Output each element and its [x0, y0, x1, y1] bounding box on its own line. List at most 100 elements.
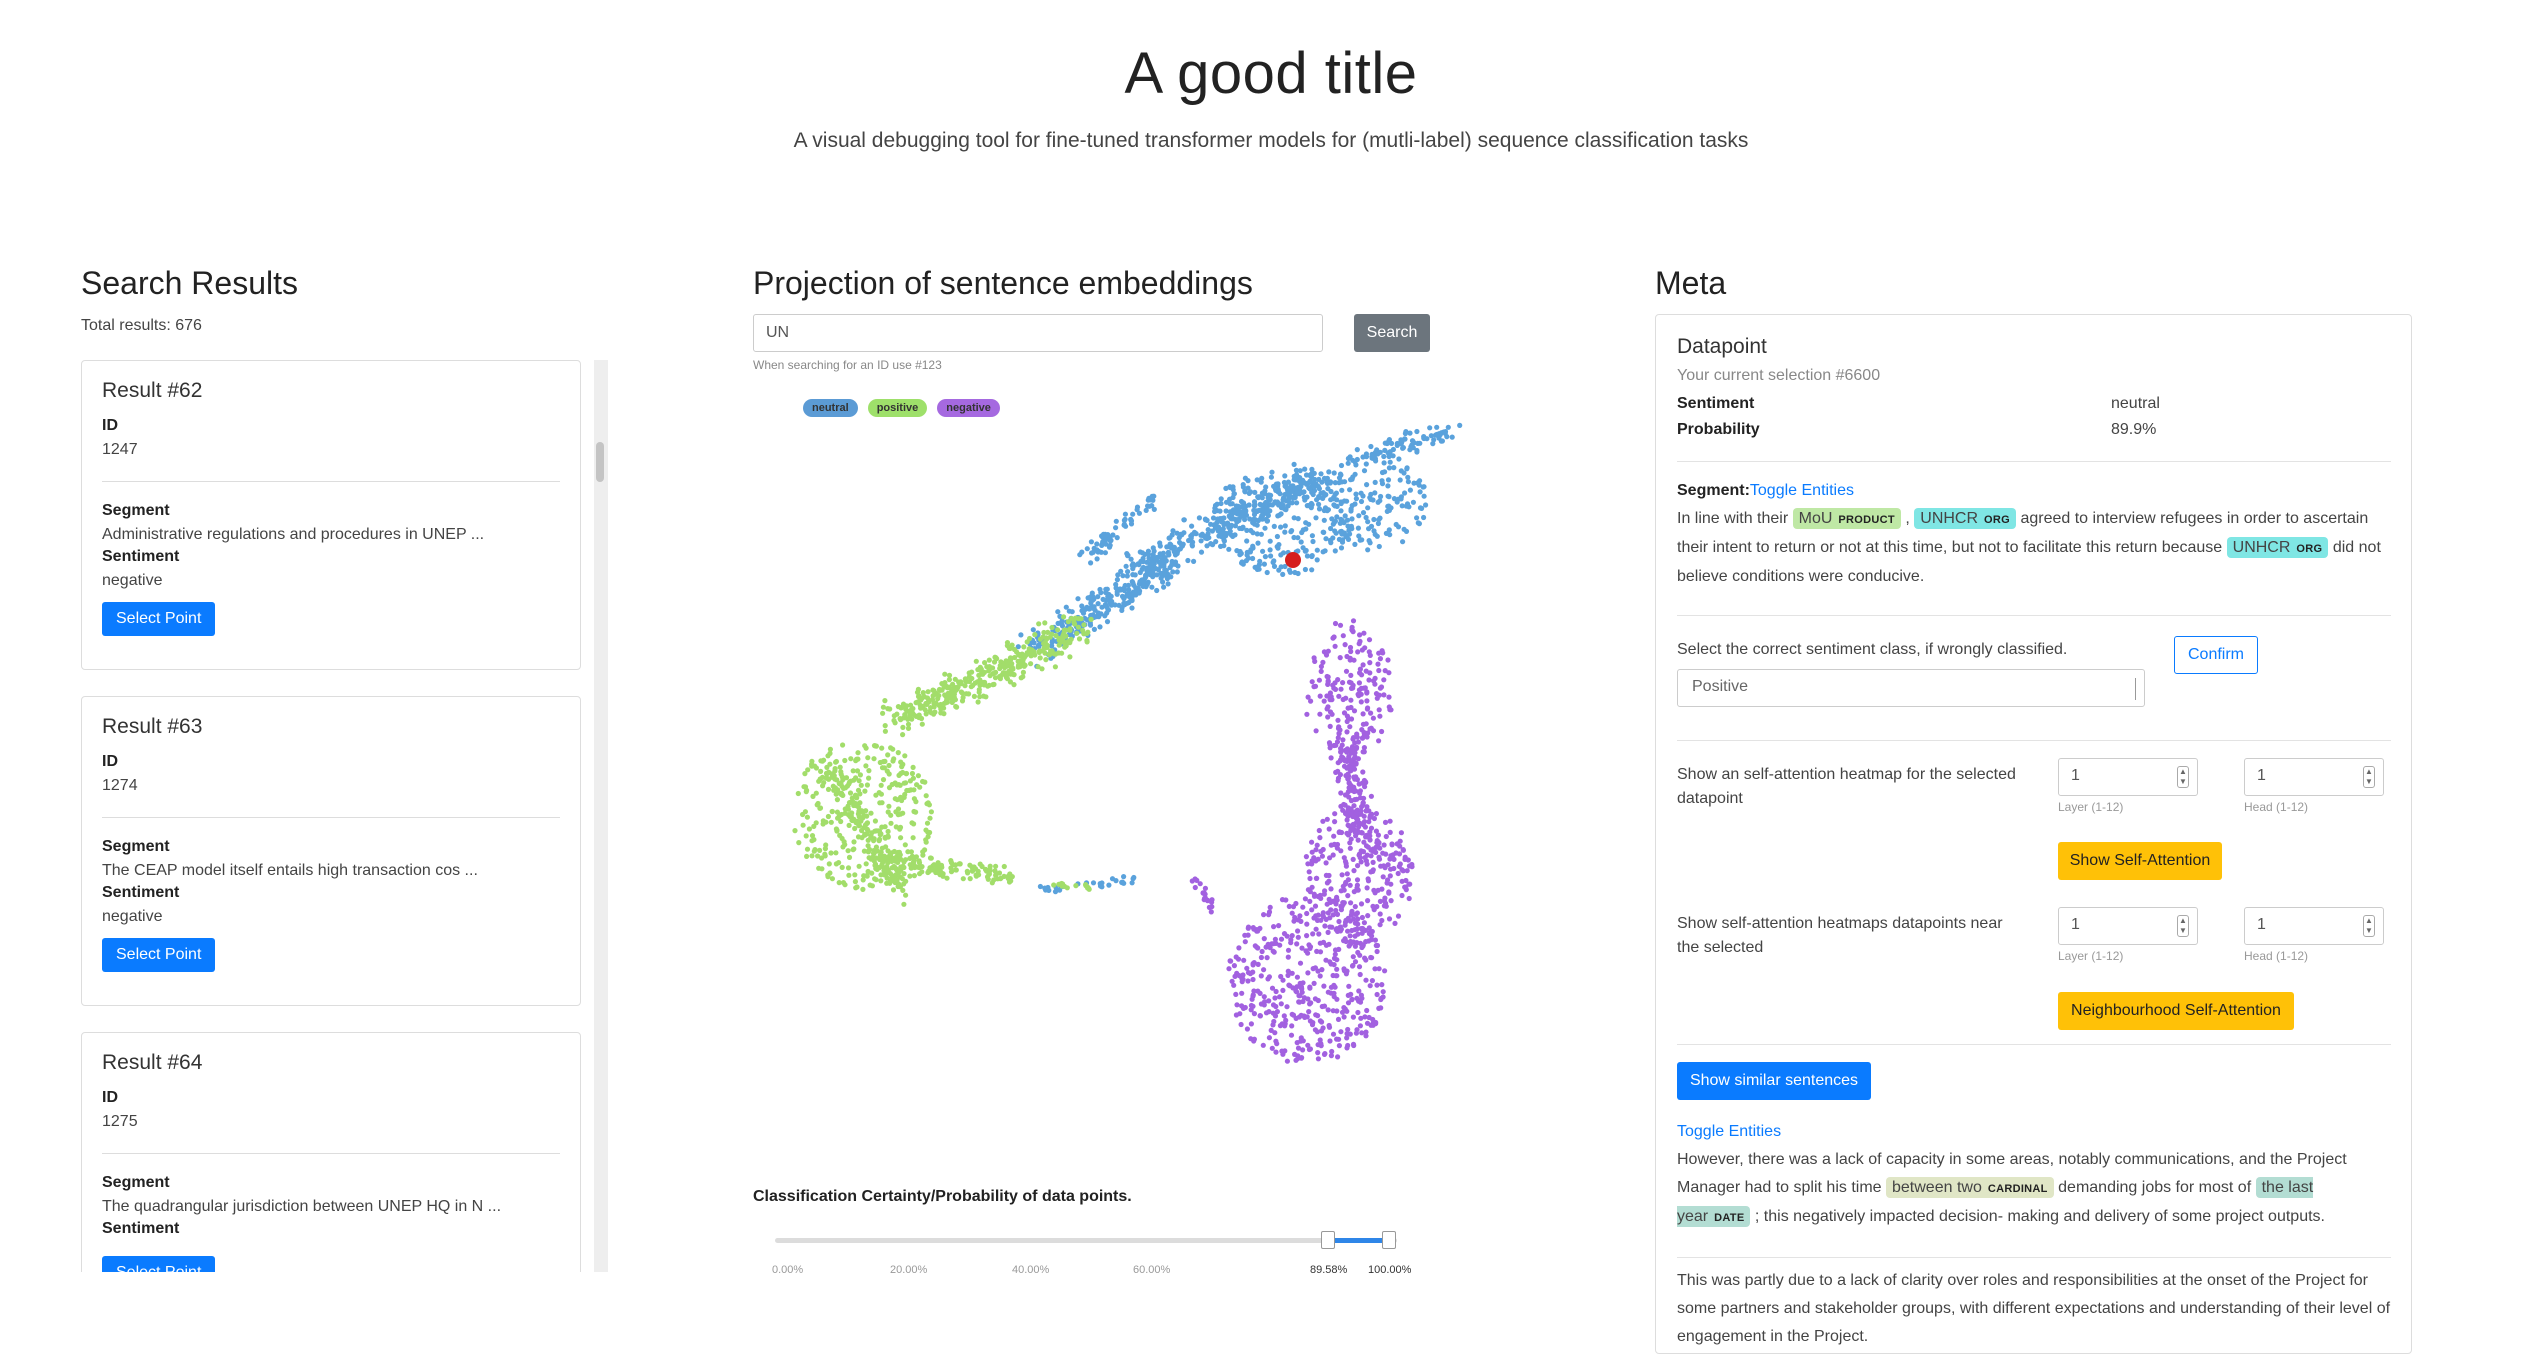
point-negative[interactable] — [1352, 933, 1358, 939]
point-negative[interactable] — [1366, 931, 1372, 937]
point-neutral[interactable] — [1333, 490, 1339, 496]
point-positive[interactable] — [882, 872, 888, 878]
point-negative[interactable] — [1344, 817, 1350, 823]
point-positive[interactable] — [825, 786, 832, 792]
point-negative[interactable] — [1329, 924, 1335, 930]
point-negative[interactable] — [1357, 952, 1363, 958]
point-neutral[interactable] — [1379, 478, 1385, 484]
point-neutral[interactable] — [1087, 622, 1094, 628]
point-negative[interactable] — [1338, 1029, 1344, 1035]
point-positive[interactable] — [810, 793, 816, 799]
point-positive[interactable] — [933, 701, 939, 707]
attention-layer-input[interactable]: 1 ▲ ▼ — [2058, 758, 2198, 796]
point-neutral[interactable] — [1320, 549, 1326, 555]
point-negative[interactable] — [1313, 728, 1319, 734]
point-negative[interactable] — [1279, 1021, 1285, 1027]
point-neutral[interactable] — [1240, 508, 1246, 515]
point-neutral[interactable] — [1302, 566, 1308, 573]
certainty-slider-track[interactable] — [775, 1238, 1397, 1243]
point-neutral[interactable] — [1312, 476, 1318, 482]
point-positive[interactable] — [907, 873, 913, 879]
point-neutral[interactable] — [1364, 482, 1370, 488]
point-negative[interactable] — [1286, 903, 1292, 909]
point-positive[interactable] — [1003, 658, 1009, 664]
point-negative[interactable] — [1332, 811, 1338, 817]
point-positive[interactable] — [1061, 639, 1067, 645]
point-negative[interactable] — [1288, 1032, 1295, 1038]
point-negative[interactable] — [1321, 698, 1327, 704]
point-neutral[interactable] — [1276, 542, 1282, 548]
point-negative[interactable] — [1334, 1008, 1340, 1014]
point-neutral[interactable] — [1303, 526, 1309, 532]
point-positive[interactable] — [891, 848, 897, 855]
point-positive[interactable] — [1032, 632, 1038, 638]
point-positive[interactable] — [966, 691, 972, 697]
point-positive[interactable] — [897, 811, 904, 817]
point-positive[interactable] — [834, 828, 840, 834]
point-neutral[interactable] — [1255, 495, 1261, 501]
point-positive[interactable] — [927, 855, 934, 861]
point-neutral[interactable] — [1302, 466, 1308, 472]
point-negative[interactable] — [1325, 679, 1331, 685]
point-negative[interactable] — [1315, 912, 1321, 918]
point-negative[interactable] — [1360, 711, 1366, 717]
point-negative[interactable] — [1392, 920, 1398, 926]
point-negative[interactable] — [1374, 948, 1380, 955]
point-positive[interactable] — [861, 825, 867, 831]
point-negative[interactable] — [1373, 849, 1379, 855]
point-neutral[interactable] — [1358, 498, 1365, 505]
point-negative[interactable] — [1365, 730, 1371, 736]
point-neutral[interactable] — [1457, 422, 1463, 428]
point-positive[interactable] — [897, 852, 903, 858]
point-neutral[interactable] — [1223, 499, 1230, 505]
point-positive[interactable] — [828, 819, 834, 825]
point-positive[interactable] — [958, 679, 964, 685]
point-negative[interactable] — [1261, 994, 1267, 1000]
point-negative[interactable] — [1348, 811, 1355, 817]
point-positive[interactable] — [829, 808, 835, 815]
point-positive[interactable] — [1019, 652, 1025, 658]
point-positive[interactable] — [957, 861, 963, 867]
point-neutral[interactable] — [1198, 538, 1204, 544]
sentiment-select[interactable]: Positive — [1677, 669, 2145, 707]
point-neutral[interactable] — [1090, 880, 1097, 886]
point-neutral[interactable] — [1165, 581, 1171, 587]
point-negative[interactable] — [1329, 711, 1335, 717]
point-negative[interactable] — [1266, 1035, 1272, 1041]
point-neutral[interactable] — [1278, 524, 1284, 530]
attention-head-input[interactable]: 1 ▲ ▼ — [2244, 758, 2384, 796]
point-positive[interactable] — [878, 878, 884, 884]
point-neutral[interactable] — [1139, 566, 1145, 572]
point-neutral[interactable] — [1410, 499, 1416, 505]
point-neutral[interactable] — [1303, 472, 1310, 478]
point-negative[interactable] — [1330, 898, 1336, 904]
point-neutral[interactable] — [1294, 500, 1300, 506]
point-positive[interactable] — [896, 772, 902, 778]
point-positive[interactable] — [1020, 674, 1026, 680]
point-neutral[interactable] — [1158, 559, 1164, 565]
point-negative[interactable] — [1304, 711, 1310, 717]
point-negative[interactable] — [1250, 976, 1256, 983]
point-negative[interactable] — [1280, 987, 1286, 994]
point-negative[interactable] — [1289, 1011, 1295, 1017]
point-negative[interactable] — [1345, 893, 1351, 899]
point-neutral[interactable] — [1227, 528, 1233, 534]
point-neutral[interactable] — [1291, 461, 1297, 467]
point-neutral[interactable] — [1402, 430, 1408, 437]
point-neutral[interactable] — [1240, 482, 1246, 488]
point-neutral[interactable] — [1142, 551, 1148, 557]
point-positive[interactable] — [826, 861, 832, 867]
point-negative[interactable] — [1389, 841, 1395, 847]
point-positive[interactable] — [855, 787, 862, 793]
point-neutral[interactable] — [1308, 471, 1314, 478]
point-negative[interactable] — [1347, 644, 1354, 651]
point-neutral[interactable] — [1258, 479, 1264, 485]
point-neutral[interactable] — [1341, 498, 1347, 504]
point-positive[interactable] — [895, 750, 901, 756]
point-negative[interactable] — [1305, 950, 1311, 956]
point-negative[interactable] — [1349, 910, 1355, 916]
point-negative[interactable] — [1255, 961, 1261, 968]
point-negative[interactable] — [1278, 936, 1285, 942]
point-positive[interactable] — [863, 763, 869, 769]
point-neutral[interactable] — [1386, 527, 1392, 533]
